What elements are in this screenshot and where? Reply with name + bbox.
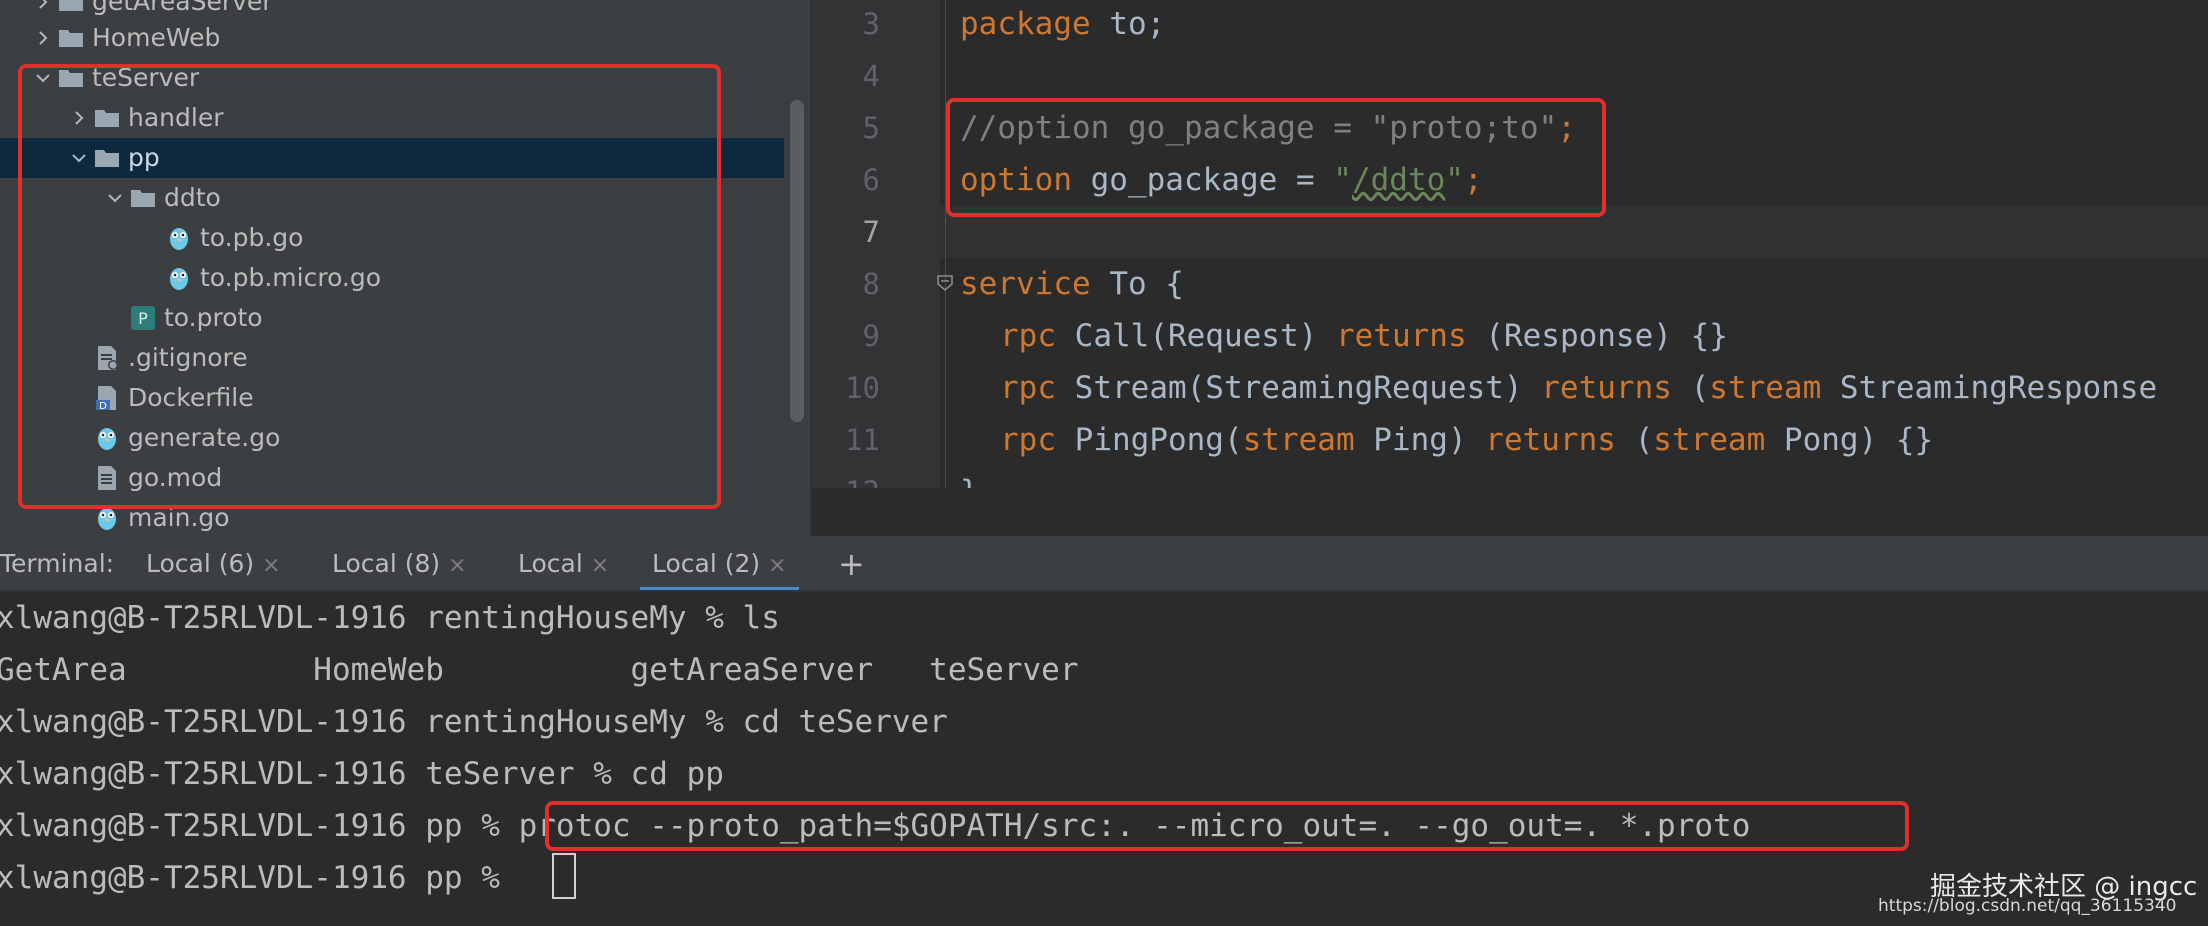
tree-item-homeweb[interactable]: HomeWeb	[0, 18, 784, 58]
line-number: 6	[862, 163, 880, 197]
keyword: package	[960, 6, 1091, 42]
keyword: stream	[1242, 422, 1355, 458]
code-text: StreamingResponse	[1821, 370, 2158, 406]
terminal-tab-2[interactable]: Local (8) ×	[332, 536, 467, 592]
add-tab-icon[interactable]: +	[838, 536, 865, 592]
keyword: stream	[1653, 422, 1766, 458]
terminal-line: GetArea HomeWeb getAreaServer teServer	[0, 652, 1079, 688]
line-number: 3	[862, 7, 880, 41]
code-text: Call(Request)	[1056, 318, 1336, 354]
code-text: To {	[1090, 266, 1184, 302]
line-number: 10	[845, 371, 880, 405]
highlight-box-project-tree	[18, 64, 721, 509]
keyword: returns	[1485, 422, 1616, 458]
editor-bottom-area	[812, 488, 2208, 536]
terminal-tab-bar: Terminal: Local (6) × Local (8) × Local × L…	[0, 536, 2208, 592]
terminal-cursor	[552, 853, 576, 899]
keyword: returns	[1541, 370, 1672, 406]
close-icon[interactable]: ×	[262, 553, 280, 578]
folder-icon	[56, 0, 86, 17]
line-number: 9	[862, 319, 880, 353]
code-line-12[interactable]: }	[960, 466, 979, 488]
keyword: rpc	[1000, 422, 1056, 458]
close-icon[interactable]: ×	[768, 553, 786, 578]
watermark-url: https://blog.csdn.net/qq_36115340	[1878, 896, 2177, 916]
folder-icon	[56, 23, 86, 53]
code-text: PingPong(	[1056, 422, 1243, 458]
terminal-line: xlwang@B-T25RLVDL-1916 teServer % cd pp	[0, 756, 724, 792]
code-line-8[interactable]: service To {	[960, 258, 1184, 310]
terminal-output[interactable]: xlwang@B-T25RLVDL-1916 rentingHouseMy % …	[0, 592, 2208, 926]
tab-label: Local (8)	[332, 549, 441, 578]
tree-scrollbar-thumb[interactable]	[790, 100, 804, 422]
line-number-gutter: 3 4 5 6 7 8 9 10 11 12	[812, 0, 940, 488]
highlight-box-protoc-command	[545, 801, 1909, 851]
code-line-9[interactable]: rpc Call(Request) returns (Response) {}	[1000, 310, 1728, 362]
code-text: (	[1615, 422, 1654, 458]
terminal-prompt-line: xlwang@B-T25RLVDL-1916 pp %	[0, 860, 519, 896]
line-number: 8	[862, 267, 880, 301]
code-text: to;	[1090, 6, 1166, 42]
tab-label: Local (2)	[652, 549, 761, 578]
terminal-label: Terminal:	[0, 549, 115, 578]
terminal-line: xlwang@B-T25RLVDL-1916 rentingHouseMy % …	[0, 600, 780, 636]
keyword: stream	[1709, 370, 1822, 406]
code-text: Stream(StreamingRequest)	[1056, 370, 1542, 406]
line-number: 4	[862, 59, 880, 93]
code-line-11[interactable]: rpc PingPong(stream Ping) returns (strea…	[1000, 414, 1933, 466]
code-text: Pong) {}	[1765, 422, 1934, 458]
highlight-box-go-package	[946, 98, 1606, 217]
line-number: 7	[862, 215, 880, 249]
tree-item-label: HomeWeb	[92, 23, 221, 52]
close-icon[interactable]: ×	[448, 553, 466, 578]
line-number: 12	[812, 466, 880, 488]
code-text: (	[1671, 370, 1710, 406]
terminal-line: xlwang@B-T25RLVDL-1916 rentingHouseMy % …	[0, 704, 948, 740]
chevron-right-icon[interactable]	[30, 29, 56, 47]
code-editor[interactable]: 3456789101112 package to; //option go_pa…	[812, 0, 2208, 488]
terminal-tab-1[interactable]: Local (6) ×	[146, 536, 281, 592]
line-number: 11	[845, 423, 880, 457]
code-line-3[interactable]: package to;	[960, 0, 1165, 50]
line-number: 5	[862, 111, 880, 145]
tab-label: Local	[518, 549, 583, 578]
keyword: returns	[1335, 318, 1467, 354]
code-text: Ping)	[1354, 422, 1486, 458]
close-icon[interactable]: ×	[591, 553, 609, 578]
keyword: rpc	[1000, 370, 1056, 406]
terminal-tab-3[interactable]: Local ×	[518, 536, 609, 592]
chevron-right-icon[interactable]	[30, 0, 56, 11]
keyword: rpc	[1000, 318, 1056, 354]
code-text: }	[960, 474, 979, 488]
fold-guide	[945, 0, 946, 488]
fold-collapse-icon[interactable]	[936, 274, 954, 292]
code-text: (Response) {}	[1466, 318, 1728, 354]
code-line-10[interactable]: rpc Stream(StreamingRequest) returns (st…	[1000, 362, 2157, 414]
keyword: service	[960, 266, 1091, 302]
tab-label: Local (6)	[146, 549, 255, 578]
terminal-tab-4-active[interactable]: Local (2) ×	[640, 536, 799, 592]
